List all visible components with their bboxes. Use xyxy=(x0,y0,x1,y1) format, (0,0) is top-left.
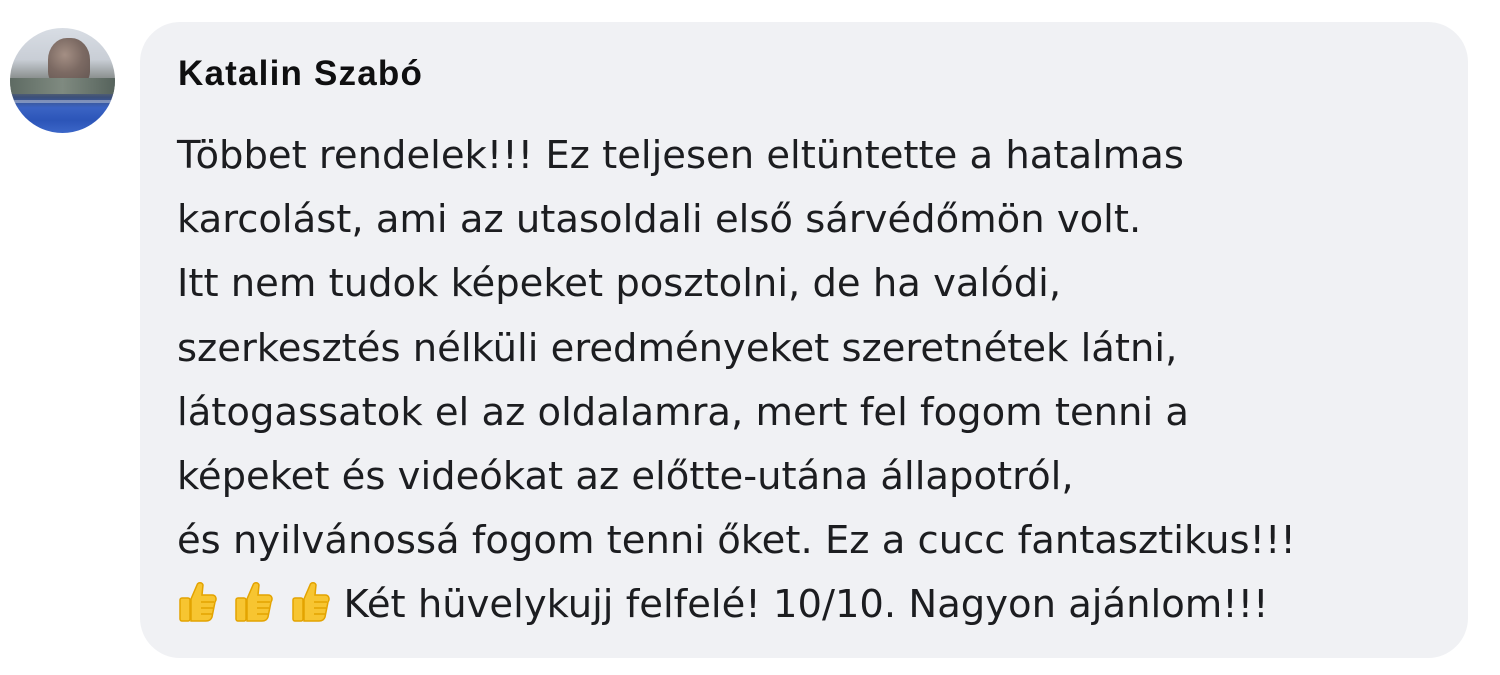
thumbs-up-icon xyxy=(291,582,330,623)
comment-line: látogassatok el az oldalamra, mert fel f… xyxy=(177,389,1189,435)
comment-last-line: Két hüvelykujj felfelé! 10/10. Nagyon aj… xyxy=(177,573,1296,643)
comment-line: karcolást, ami az utasoldali első sárvéd… xyxy=(177,197,1142,243)
comment-line: szerkesztés nélküli eredményeket szeretn… xyxy=(177,325,1178,371)
comment-line: Itt nem tudok képeket posztolni, de ha v… xyxy=(177,261,1062,307)
comment-last-line-text: Két hüvelykujj felfelé! 10/10. Nagyon aj… xyxy=(343,582,1269,628)
comment-text: Többet rendelek!!! Ez teljesen eltüntett… xyxy=(177,124,1296,644)
comment-line: és nyilvánossá fogom tenni őket. Ez a cu… xyxy=(177,518,1296,564)
comment-line: képeket és videókat az előtte-utána álla… xyxy=(177,454,1074,500)
comment: Katalin Szabó Többet rendelek!!! Ez telj… xyxy=(0,0,1500,675)
comment-line: Többet rendelek!!! Ez teljesen eltüntett… xyxy=(177,133,1184,178)
thumbs-up-icon xyxy=(179,582,217,623)
thumbs-up-icon xyxy=(235,582,273,623)
author-name[interactable]: Katalin Szabó xyxy=(178,54,423,94)
comment-bubble: Katalin Szabó Többet rendelek!!! Ez telj… xyxy=(140,22,1468,658)
avatar[interactable] xyxy=(10,28,115,133)
thumbs-up-emoji-group xyxy=(177,579,334,643)
